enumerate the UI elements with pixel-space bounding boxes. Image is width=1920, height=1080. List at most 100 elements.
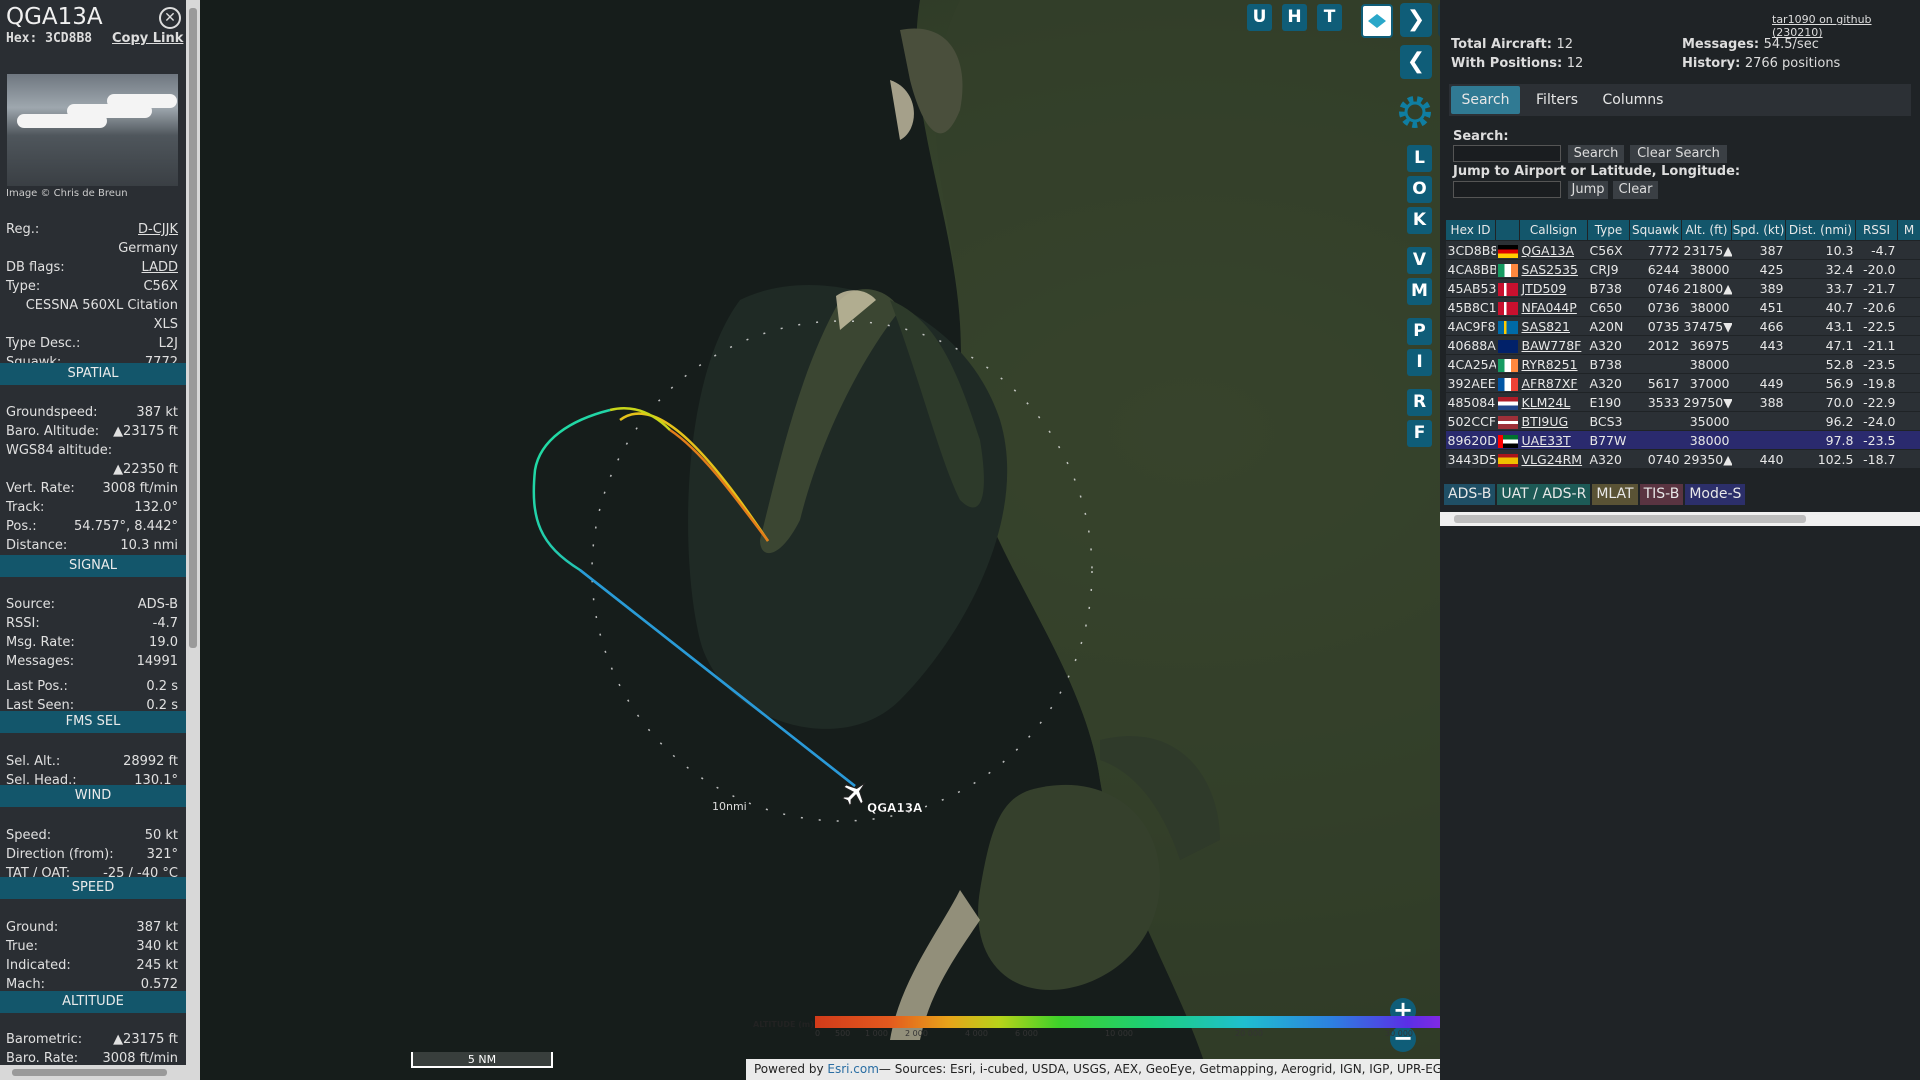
info-key: Speed:: [6, 828, 52, 843]
table-row[interactable]: 4CA8BB SAS2535 CRJ9 6244 38000 425 32.4 -20.0: [1445, 259, 1920, 279]
column-header[interactable]: Squawk: [1629, 219, 1682, 241]
cell-hex: 45AB53: [1445, 278, 1496, 298]
table-row[interactable]: 4AC9F8 SAS821 A20N 0735 37475▼ 466 43.1 -22.5: [1445, 316, 1920, 336]
tab-search[interactable]: Search: [1451, 86, 1520, 114]
messages-value: 54.5/sec: [1763, 37, 1819, 52]
source-tag[interactable]: Mode-S: [1685, 484, 1746, 505]
map-shortcut-l[interactable]: L: [1407, 145, 1432, 172]
clear-jump-button[interactable]: Clear: [1613, 181, 1658, 199]
section-header: SPEED: [0, 877, 186, 899]
column-header[interactable]: Alt. (ft): [1681, 219, 1732, 241]
collapse-sidebar-button[interactable]: ❯: [1400, 3, 1432, 37]
jump-button[interactable]: Jump: [1568, 181, 1608, 199]
github-link[interactable]: tar1090 on github (230210): [1772, 13, 1920, 39]
clear-search-button[interactable]: Clear Search: [1630, 145, 1727, 163]
table-row[interactable]: 502CCF BTI9UG BCS3 35000 96.2 -24.0: [1445, 411, 1920, 431]
map-toggle-u[interactable]: U: [1247, 4, 1272, 31]
cell-callsign[interactable]: SAS2535: [1519, 259, 1588, 279]
info-panel-scrollbar[interactable]: [186, 0, 200, 1080]
search-input[interactable]: [1453, 145, 1561, 162]
info-key: Track:: [6, 500, 45, 515]
info-value[interactable]: D-CJJK: [138, 222, 178, 237]
cell-callsign[interactable]: NFA044P: [1519, 297, 1588, 317]
source-tag[interactable]: MLAT: [1592, 484, 1638, 505]
column-header[interactable]: [1495, 219, 1520, 241]
close-icon[interactable]: ✕: [159, 7, 181, 29]
cell-callsign[interactable]: UAE33T: [1519, 430, 1588, 450]
column-header[interactable]: M: [1897, 219, 1920, 241]
cell-hex: 45B8C1: [1445, 297, 1496, 317]
info-value: 3008 ft/min: [102, 1051, 178, 1066]
scroll-thumb[interactable]: [1454, 515, 1806, 523]
scroll-thumb[interactable]: [189, 8, 197, 648]
table-row[interactable]: 45B8C1 NFA044P C650 0736 38000 451 40.7 -20.6: [1445, 297, 1920, 317]
table-row[interactable]: 45AB53 JTD509 B738 0746 21800▲ 389 33.7 -21.7: [1445, 278, 1920, 298]
info-panel-hscrollbar[interactable]: [0, 1065, 186, 1080]
cell-callsign[interactable]: BAW778F: [1519, 335, 1588, 355]
cell-spd: 443: [1731, 335, 1786, 355]
map-shortcut-p[interactable]: P: [1407, 318, 1432, 345]
search-button[interactable]: Search: [1568, 145, 1624, 163]
map-shortcut-m[interactable]: M: [1407, 278, 1432, 305]
info-value: ▲22350 ft: [113, 462, 178, 477]
column-header[interactable]: Callsign: [1519, 219, 1588, 241]
source-tag[interactable]: TIS-B: [1639, 484, 1684, 505]
info-row: ▲22350 ft: [6, 462, 178, 480]
info-row: Germany: [6, 241, 178, 259]
cell-callsign[interactable]: SAS821: [1519, 316, 1588, 336]
cell-callsign[interactable]: BTI9UG: [1519, 411, 1588, 431]
tab-columns[interactable]: Columns: [1594, 86, 1672, 114]
cell-callsign[interactable]: AFR87XF: [1519, 373, 1588, 393]
map-shortcut-i[interactable]: I: [1407, 349, 1432, 376]
map-shortcut-o[interactable]: O: [1407, 176, 1432, 203]
tab-filters[interactable]: Filters: [1525, 86, 1589, 114]
table-row[interactable]: 485084 KLM24L E190 3533 29750▼ 388 70.0 -22.9: [1445, 392, 1920, 412]
map-toggle-h[interactable]: H: [1282, 4, 1307, 31]
map-shortcut-k[interactable]: K: [1407, 207, 1432, 234]
cell-type: A320: [1587, 449, 1630, 469]
info-value[interactable]: LADD: [142, 260, 178, 275]
table-row[interactable]: 3CD8B8 QGA13A C56X 7772 23175▲ 387 10.3 -4.7: [1445, 240, 1920, 260]
column-header[interactable]: Type: [1587, 219, 1630, 241]
info-row: Speed: 50 kt: [6, 828, 178, 846]
column-header[interactable]: RSSI: [1855, 219, 1898, 241]
info-row: Direction (from): 321°: [6, 847, 178, 865]
table-row[interactable]: 3443D5 VLG24RM A320 0740 29350▲ 440 102.5 -18.7: [1445, 449, 1920, 469]
column-header[interactable]: Hex ID: [1445, 219, 1496, 241]
expand-sidebar-button[interactable]: ❮: [1400, 45, 1432, 79]
table-row[interactable]: 392AEE AFR87XF A320 5617 37000 449 56.9 -19.8: [1445, 373, 1920, 393]
info-key: DB flags:: [6, 260, 65, 275]
map-shortcut-v[interactable]: V: [1407, 247, 1432, 274]
map-view[interactable]: 10nmi QGA13A UHT ❯ ❮ ◂▸ LOKVMPIRF + − AL…: [200, 0, 1440, 1080]
cell-callsign[interactable]: VLG24RM: [1519, 449, 1588, 469]
cell-callsign[interactable]: QGA13A: [1519, 240, 1588, 260]
info-row: RSSI: -4.7: [6, 616, 178, 634]
cell-rssi: -22.9: [1855, 392, 1898, 412]
cell-rssi: -19.8: [1855, 373, 1898, 393]
cell-callsign[interactable]: RYR8251: [1519, 354, 1588, 374]
table-hscrollbar[interactable]: [1440, 512, 1920, 526]
table-row[interactable]: 4CA25A RYR8251 B738 38000 52.8 -23.5: [1445, 354, 1920, 374]
settings-button[interactable]: [1393, 90, 1437, 134]
column-header[interactable]: Spd. (kt): [1731, 219, 1786, 241]
map-shortcut-f[interactable]: F: [1407, 420, 1432, 447]
cell-hex: 3443D5: [1445, 449, 1496, 469]
map-shortcut-r[interactable]: R: [1407, 389, 1432, 416]
table-row[interactable]: 40688A BAW778F A320 2012 36975 443 47.1 -21.1: [1445, 335, 1920, 355]
source-tag[interactable]: UAT / ADS-R: [1497, 484, 1591, 505]
cell-callsign[interactable]: JTD509: [1519, 278, 1588, 298]
column-header[interactable]: Dist. (nmi): [1785, 219, 1856, 241]
source-tag[interactable]: ADS-B: [1444, 484, 1496, 505]
map-toggle-t[interactable]: T: [1317, 4, 1342, 31]
range-ring: [591, 320, 1093, 822]
aircraft-photo[interactable]: [7, 74, 178, 186]
esri-link[interactable]: Esri.com: [827, 1062, 879, 1076]
copy-link-button[interactable]: Copy Link: [112, 31, 183, 46]
cell-callsign[interactable]: KLM24L: [1519, 392, 1588, 412]
layers-button[interactable]: [1361, 4, 1393, 38]
table-row[interactable]: 89620D UAE33T B77W 38000 97.8 -23.5: [1445, 430, 1920, 450]
scroll-thumb[interactable]: [12, 1069, 167, 1076]
jump-input[interactable]: [1453, 181, 1561, 198]
chevron-right-icon: ❯: [1406, 7, 1426, 32]
cell-flag: [1495, 373, 1520, 393]
